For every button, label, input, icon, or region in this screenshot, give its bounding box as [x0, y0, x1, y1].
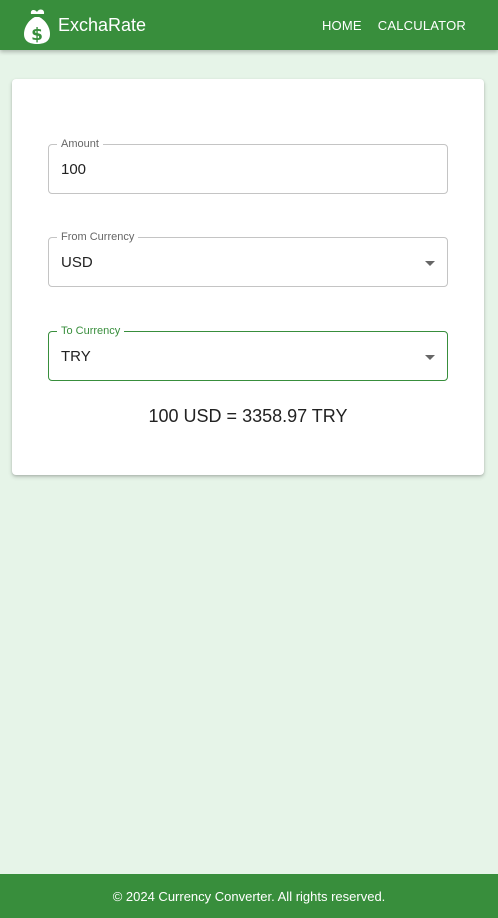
amount-input[interactable]: 100 [61, 161, 86, 178]
nav-calculator-link[interactable]: CALCULATOR [370, 10, 474, 41]
footer-copyright: © 2024 Currency Converter. All rights re… [112, 888, 386, 904]
from-currency-dropdown-arrow-icon[interactable] [425, 261, 435, 266]
converter-card: Amount 100 From Currency USD To Currency… [12, 79, 484, 475]
svg-text:$: $ [31, 25, 43, 45]
to-currency-value: TRY [61, 348, 91, 365]
to-currency-label: To Currency [57, 325, 125, 337]
footer: © 2024 Currency Converter. All rights re… [0, 874, 498, 918]
to-currency-dropdown-arrow-icon[interactable] [425, 355, 435, 360]
from-currency-value: USD [61, 254, 93, 271]
amount-label: Amount [57, 138, 103, 150]
app-bar: $ ExchaRate HOME CALCULATOR [0, 0, 498, 50]
amount-field[interactable]: Amount 100 [48, 138, 448, 194]
from-currency-select[interactable]: From Currency USD [48, 231, 448, 287]
logo[interactable]: $ ExchaRate [22, 5, 146, 45]
main-nav: HOME CALCULATOR [314, 10, 474, 41]
from-currency-label: From Currency [57, 231, 139, 243]
nav-home-link[interactable]: HOME [314, 10, 370, 41]
conversion-result: 100 USD = 3358.97 TRY [148, 406, 348, 426]
brand-title: ExchaRate [58, 14, 147, 35]
to-currency-select[interactable]: To Currency TRY [48, 325, 448, 381]
money-bag-icon: $ [24, 9, 50, 45]
